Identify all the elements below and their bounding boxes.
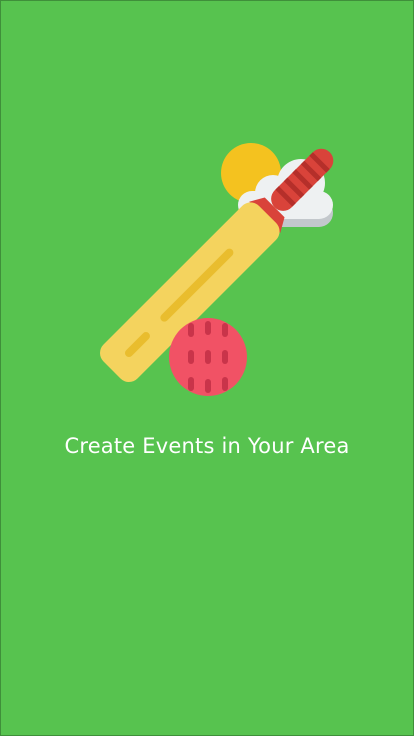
- cricket-ball-icon: [169, 318, 247, 396]
- onboarding-headline: Create Events in Your Area: [64, 434, 350, 458]
- cricket-illustration: [100, 143, 334, 396]
- onboarding-screen: Create Events in Your Area: [0, 0, 414, 736]
